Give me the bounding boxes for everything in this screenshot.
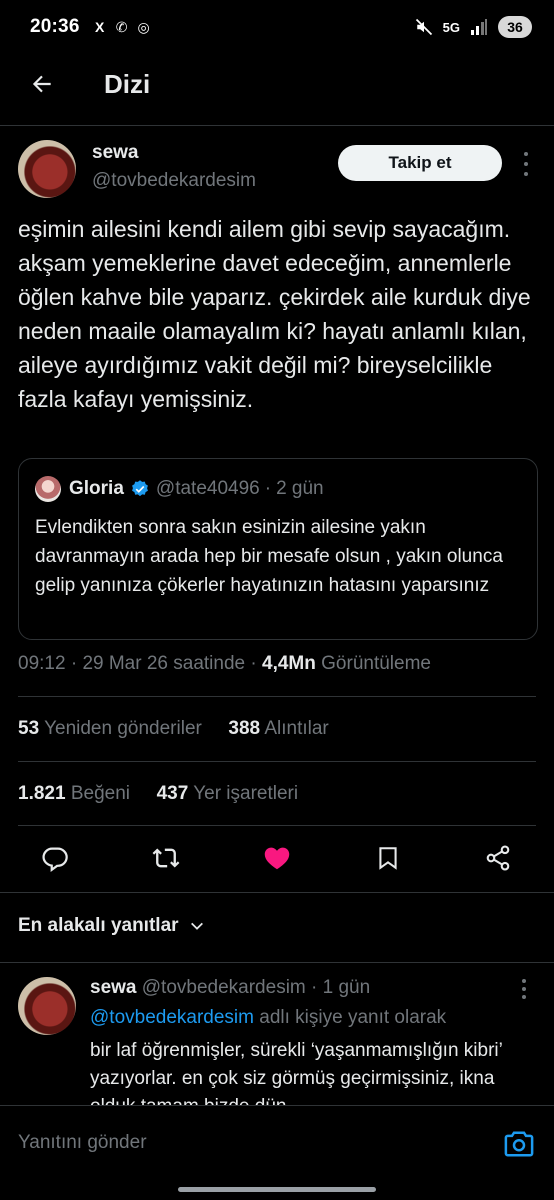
bookmarks-stat[interactable]: 437 Yer işaretleri bbox=[157, 783, 299, 804]
status-bar: 20:36 X ✆ ◎ 5G 36 bbox=[0, 0, 554, 54]
repost-stats: 53 Yeniden gönderiler 388 Alıntılar bbox=[18, 718, 329, 740]
camera-icon bbox=[504, 1131, 534, 1157]
views-label[interactable]: Görüntüleme bbox=[321, 653, 431, 674]
reply-input[interactable] bbox=[18, 1132, 458, 1154]
reply-item[interactable]: sewa @tovbedekardesim · 1 gün @tovbedeka… bbox=[0, 965, 554, 1107]
status-app-icons: X ✆ ◎ bbox=[92, 18, 152, 36]
arrow-left-icon bbox=[32, 75, 51, 93]
reply-header: sewa @tovbedekardesim · 1 gün bbox=[90, 977, 371, 998]
divider bbox=[18, 761, 536, 762]
divider bbox=[18, 696, 536, 697]
tweet-time: 09:12 bbox=[18, 653, 66, 674]
header-divider bbox=[0, 125, 554, 126]
quote-author-handle: @tate40496 bbox=[155, 478, 260, 499]
page-title: Dizi bbox=[104, 68, 151, 99]
reply-time: 1 gün bbox=[322, 977, 371, 998]
repost-button[interactable] bbox=[146, 838, 186, 878]
divider bbox=[0, 962, 554, 963]
mute-icon bbox=[415, 18, 432, 36]
home-indicator[interactable] bbox=[178, 1187, 376, 1192]
separator-dot: · bbox=[264, 478, 272, 499]
share-button[interactable] bbox=[478, 838, 518, 878]
quote-time: 2 gün bbox=[276, 478, 324, 499]
likes-stat[interactable]: 1.821 Beğeni bbox=[18, 783, 130, 804]
quote-text: Evlendikten sonra sakın esinizin ailesin… bbox=[35, 517, 503, 596]
battery-indicator: 36 bbox=[498, 16, 532, 38]
status-time: 20:36 bbox=[30, 16, 80, 37]
reply-author-handle: @tovbedekardesim bbox=[141, 977, 306, 998]
bookmark-button[interactable] bbox=[368, 838, 408, 878]
author-avatar[interactable] bbox=[18, 140, 76, 198]
chevron-down-icon bbox=[190, 922, 203, 930]
verified-badge-icon bbox=[130, 479, 150, 499]
reply-author-name: sewa bbox=[90, 977, 137, 998]
signal-icon bbox=[471, 19, 487, 35]
divider bbox=[18, 825, 536, 826]
x-app-icon: X bbox=[94, 19, 105, 35]
replies-sort-label: En alakalı yanıtlar bbox=[18, 915, 179, 936]
tweet-actions bbox=[0, 838, 554, 878]
tweet-author: sewa @tovbedekardesim Takip et bbox=[18, 140, 536, 198]
like-button[interactable] bbox=[257, 838, 297, 878]
reply-to-line: @tovbedekardesim adlı kişiye yanıt olara… bbox=[90, 1007, 446, 1029]
view-count: 4,4Mn bbox=[262, 653, 316, 674]
reply-to-label: adlı kişiye yanıt olarak bbox=[259, 1007, 447, 1028]
quotes-stat[interactable]: 388 Alıntılar bbox=[228, 718, 328, 739]
repost-icon bbox=[152, 848, 180, 868]
quote-author-name: Gloria bbox=[69, 478, 124, 499]
author-handle[interactable]: @tovbedekardesim bbox=[92, 170, 256, 192]
author-name[interactable]: sewa bbox=[92, 142, 256, 164]
reply-composer bbox=[0, 1105, 554, 1180]
reply-text: bir laf öğrenmişler, sürekli ‘yaşanmamış… bbox=[90, 1040, 503, 1107]
reply-more-icon[interactable] bbox=[520, 979, 528, 999]
divider bbox=[0, 892, 554, 893]
tweet-meta: 09:12 · 29 Mar 26 saatinde · 4,4Mn Görün… bbox=[18, 653, 431, 674]
tweet-date: 29 Mar 26 saatinde bbox=[82, 653, 246, 674]
reposts-stat[interactable]: 53 Yeniden gönderiler bbox=[18, 718, 202, 739]
top-app-bar: Dizi bbox=[0, 54, 554, 114]
quote-avatar bbox=[35, 476, 61, 502]
share-icon bbox=[486, 845, 510, 871]
quote-header: Gloria @tate40496 · 2 gün bbox=[35, 476, 521, 502]
replies-sort-dropdown[interactable]: En alakalı yanıtlar bbox=[18, 915, 205, 937]
tweet-text: eşimin ailesini kendi ailem gibi sevip s… bbox=[18, 216, 531, 412]
like-stats: 1.821 Beğeni 437 Yer işaretleri bbox=[18, 783, 298, 805]
heart-filled-icon bbox=[264, 847, 290, 870]
camera-button[interactable] bbox=[504, 1130, 534, 1158]
mention-link[interactable]: @tovbedekardesim bbox=[90, 1007, 254, 1028]
whatsapp-icon: ✆ bbox=[115, 18, 128, 35]
reply-button[interactable] bbox=[35, 838, 75, 878]
bookmark-icon bbox=[379, 847, 397, 870]
reply-icon bbox=[42, 847, 68, 872]
quoted-tweet[interactable]: Gloria @tate40496 · 2 gün Evlendikten so… bbox=[18, 458, 538, 640]
more-options-icon[interactable] bbox=[518, 152, 534, 176]
network-5g-icon: 5G bbox=[442, 19, 460, 35]
instagram-icon: ◎ bbox=[137, 18, 150, 35]
follow-button[interactable]: Takip et bbox=[338, 145, 502, 181]
back-button[interactable] bbox=[22, 64, 62, 104]
reply-avatar[interactable] bbox=[18, 977, 76, 1035]
